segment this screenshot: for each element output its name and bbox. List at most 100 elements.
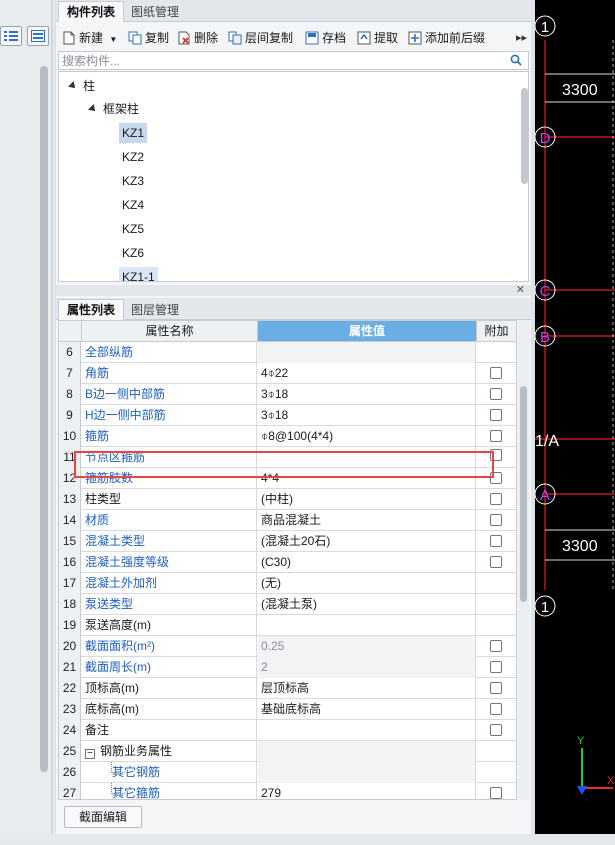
property-value[interactable]: (无) [258,573,476,594]
extra-checkbox[interactable] [490,449,502,461]
property-value[interactable]: 商品混凝土 [258,510,476,531]
property-row[interactable]: 20 截面面积(m²) 0.25 [59,636,516,657]
property-value[interactable] [258,762,476,783]
property-row[interactable]: 6 全部纵筋 [59,342,516,363]
search-icon[interactable] [510,54,522,66]
collapse-icon[interactable]: − [85,749,95,759]
extract-button[interactable]: 提取 [357,28,398,48]
tree-item-kz4[interactable]: KZ4 [119,195,147,215]
extra-checkbox[interactable] [490,556,502,568]
tree-item-kz2[interactable]: KZ2 [119,147,147,167]
property-row[interactable]: 18 泵送类型 (混凝土泵) [59,594,516,615]
extra-checkbox[interactable] [490,703,502,715]
property-value[interactable]: (中柱) [258,489,476,510]
row-number: 18 [59,594,81,615]
extra-checkbox[interactable] [490,724,502,736]
expand-arrow-icon[interactable] [88,104,98,114]
property-row[interactable]: 15 混凝土类型 (混凝土20石) [59,531,516,552]
add-affix-button[interactable]: 添加前后缀 [408,28,485,48]
extra-checkbox[interactable] [490,535,502,547]
tab-property-list[interactable]: 属性列表 [58,299,125,320]
expand-arrow-icon[interactable] [68,81,78,91]
extra-checkbox[interactable] [490,787,502,799]
new-button[interactable]: 新建 ▼ [62,28,117,48]
extra-checkbox[interactable] [490,388,502,400]
property-value[interactable]: (混凝土20石) [258,531,476,552]
property-value[interactable]: 279 [258,783,476,799]
grid-scrollbar[interactable] [520,386,527,602]
property-row[interactable]: 12 箍筋肢数 4*4 [59,468,516,489]
property-value[interactable] [258,615,476,636]
property-value[interactable]: (混凝土泵) [258,594,476,615]
tree-node-frame-column[interactable]: 框架柱 [88,98,139,120]
property-value[interactable] [258,720,476,741]
property-row[interactable]: 8 B边一侧中部筋 3⌽18 [59,384,516,405]
extra-checkbox[interactable] [490,409,502,421]
extra-checkbox[interactable] [490,640,502,652]
property-row[interactable]: 10 箍筋 ⌽8@100(4*4) [59,426,516,447]
property-value[interactable]: 基础底标高 [258,699,476,720]
property-row[interactable]: 26 其它钢筋 [59,762,516,783]
property-value[interactable]: 2 [258,657,476,678]
property-row[interactable]: 23 底标高(m) 基础底标高 [59,699,516,720]
property-row[interactable]: 27 其它箍筋 279 [59,783,516,799]
tree-item-kz6[interactable]: KZ6 [119,243,147,263]
copy-button[interactable]: 复制 [128,28,169,48]
extra-checkbox[interactable] [490,472,502,484]
property-row[interactable]: 7 角筋 4⌽22 [59,363,516,384]
close-icon[interactable]: ✕ [516,283,525,296]
card-icon [31,30,45,42]
tree-item-kz1[interactable]: KZ1 [119,123,148,143]
property-row[interactable]: 9 H边一侧中部筋 3⌽18 [59,405,516,426]
property-value[interactable]: 层顶标高 [258,678,476,699]
search-input[interactable] [59,52,499,69]
panel-splitter[interactable]: ✕ [56,283,531,296]
property-value[interactable]: 3⌽18 [258,384,476,405]
tree-node-column[interactable]: 柱 [68,75,95,97]
extra-checkbox[interactable] [490,430,502,442]
property-value[interactable]: (C30) [258,552,476,573]
property-row[interactable]: 11 节点区箍筋 [59,447,516,468]
tab-drawing-manage[interactable]: 图纸管理 [122,1,188,22]
property-row[interactable]: 22 顶标高(m) 层顶标高 [59,678,516,699]
property-row[interactable]: 17 混凝土外加剂 (无) [59,573,516,594]
property-value[interactable] [258,447,476,468]
tree-item-kz5[interactable]: KZ5 [119,219,147,239]
property-value[interactable]: 3⌽18 [258,405,476,426]
property-row[interactable]: 16 混凝土强度等级 (C30) [59,552,516,573]
property-value[interactable]: ⌽8@100(4*4) [258,426,476,447]
property-name-text: 混凝土类型 [85,534,146,548]
tree-item-kz1-1[interactable]: KZ1-1 [119,267,158,281]
property-row[interactable]: 14 材质 商品混凝土 [59,510,516,531]
list-view-button[interactable] [0,26,22,46]
extra-checkbox[interactable] [490,367,502,379]
card-view-button[interactable] [27,26,49,46]
delete-button[interactable]: 删除 [177,28,218,48]
property-row[interactable]: 19 泵送高度(m) [59,615,516,636]
property-name: 全部纵筋 [82,342,257,363]
property-value[interactable] [258,741,476,762]
extra-checkbox[interactable] [490,514,502,526]
tab-layer-manage[interactable]: 图层管理 [122,299,188,320]
tab-component-list[interactable]: 构件列表 [58,1,125,22]
property-row[interactable]: 25− 钢筋业务属性 [59,741,516,762]
tree-scrollbar[interactable] [521,88,528,184]
property-row[interactable]: 13 柱类型 (中柱) [59,489,516,510]
cad-canvas[interactable]: 1 D C B A 1 1/A 3300 3300 Y X [535,0,615,834]
extra-checkbox[interactable] [490,682,502,694]
save-button[interactable]: 存档 [305,28,346,48]
property-value[interactable] [258,342,476,363]
property-value[interactable]: 0.25 [258,636,476,657]
tree-item-kz3[interactable]: KZ3 [119,171,147,191]
property-value[interactable]: 4⌽22 [258,363,476,384]
floor-copy-button[interactable]: 层间复制 [228,28,293,48]
extra-checkbox[interactable] [490,493,502,505]
extra-checkbox[interactable] [490,661,502,673]
property-row[interactable]: 24 备注 [59,720,516,741]
section-edit-button[interactable]: 截面编辑 [64,806,142,828]
property-row[interactable]: 21 截面周长(m) 2 [59,657,516,678]
property-value[interactable]: 4*4 [258,468,476,489]
left-strip-scrollbar[interactable] [40,66,48,772]
list-icon [4,31,18,41]
toolbar-overflow-icon[interactable]: ▸▸ [516,28,527,48]
